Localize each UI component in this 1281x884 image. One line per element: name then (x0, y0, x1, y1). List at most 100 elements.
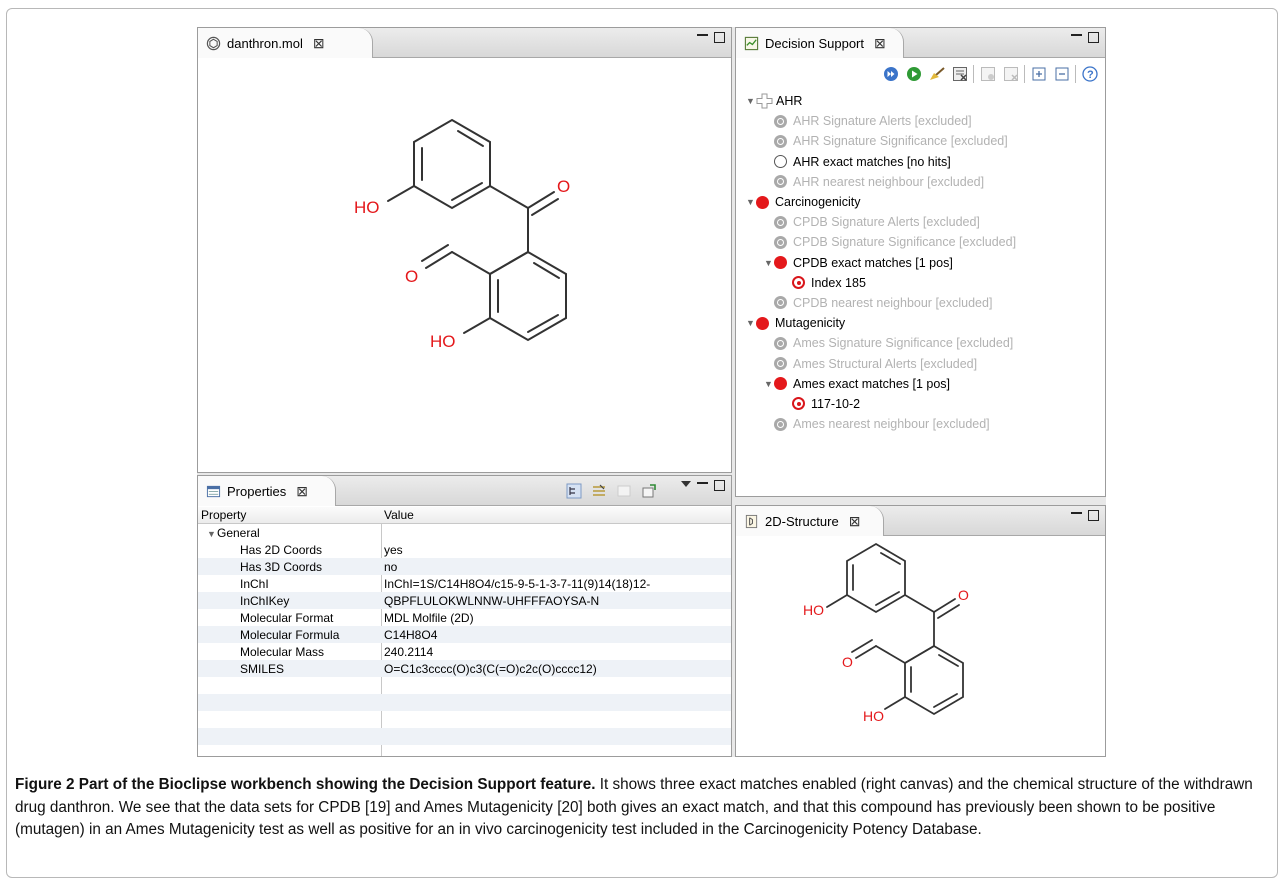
table-row[interactable]: Molecular Format MDL Molfile (2D) (198, 609, 731, 626)
collapse-all-icon[interactable] (1052, 64, 1071, 83)
tree-item[interactable]: Ames nearest neighbour [excluded] (746, 414, 1099, 434)
tree-item[interactable]: Ames Signature Significance [excluded] (746, 333, 1099, 353)
table-row[interactable]: SMILES O=C1c3cccc(O)c3(C(=O)c2c(O)cccc12) (198, 660, 731, 677)
tab-decision-support[interactable]: Decision Support ⊠ (736, 28, 904, 58)
atom-label-ho-bottom: HO (430, 332, 456, 351)
fast-forward-icon[interactable] (881, 64, 900, 83)
bioclipse-workbench: danthron.mol ⊠ HO O O HO Decision Suppor… (197, 27, 1106, 757)
tree-item[interactable]: CPDB nearest neighbour [excluded] (746, 293, 1099, 313)
tree-item-label: AHR (776, 94, 803, 109)
property-value-cell: no (384, 559, 398, 574)
property-value-cell: MDL Molfile (2D) (384, 610, 474, 625)
col-value-header[interactable]: Value (381, 508, 731, 522)
add-test-icon[interactable] (978, 64, 997, 83)
decision-support-icon (744, 36, 759, 50)
group-row-general[interactable]: ▼General (198, 524, 731, 541)
filter-icon[interactable] (614, 481, 633, 500)
twisty-icon[interactable]: ▼ (764, 379, 774, 389)
property-name-cell: Molecular Format (240, 610, 334, 625)
tree-item[interactable]: 117-10-2 (746, 394, 1099, 414)
twisty-icon[interactable]: ▼ (746, 96, 756, 106)
decision-support-tree: ▼ AHR AHR Signature Alerts [excluded] AHR S… (746, 91, 1099, 434)
property-name-cell: Molecular Formula (240, 627, 340, 642)
excluded-status-icon (774, 296, 787, 310)
property-value-cell: InChI=1S/C14H8O4/c15-9-5-1-3-7-11(9)14(1… (384, 576, 651, 591)
tree-item[interactable]: ▼ Mutagenicity (746, 313, 1099, 333)
table-row[interactable]: Molecular Mass 240.2114 (198, 643, 731, 660)
minimize-icon[interactable] (1071, 33, 1082, 36)
excluded-status-icon (774, 175, 787, 189)
atom-label-o-right: O (958, 587, 969, 603)
table-row[interactable]: Has 3D Coords no (198, 558, 731, 575)
excluded-status-icon (774, 134, 787, 148)
close-icon[interactable]: ⊠ (874, 35, 886, 52)
toolbar-separator (1075, 64, 1076, 83)
show-advanced-icon[interactable] (589, 481, 608, 500)
tree-item-label: Ames nearest neighbour [excluded] (793, 417, 990, 432)
structure-icon (745, 514, 758, 528)
property-name-cell: InChI (240, 576, 269, 591)
tree-item[interactable]: AHR Signature Alerts [excluded] (746, 111, 1099, 131)
no-hits-status-icon (774, 155, 787, 169)
tree-item-label: AHR Signature Alerts [excluded] (793, 114, 972, 129)
tab-danthron-mol[interactable]: danthron.mol ⊠ (198, 28, 373, 58)
positive-status-icon (774, 377, 787, 391)
tree-item-label: Index 185 (811, 275, 866, 290)
properties-toolbar (564, 481, 658, 500)
empty-table-row (198, 694, 731, 711)
tree-item[interactable]: ▼ AHR (746, 91, 1099, 111)
view-menu-icon[interactable] (681, 480, 691, 487)
positive-status-icon (756, 195, 769, 209)
close-icon[interactable]: ⊠ (296, 483, 308, 500)
tree-item[interactable]: CPDB Signature Significance [excluded] (746, 232, 1099, 252)
atom-label-o-right: O (557, 177, 570, 196)
maximize-icon[interactable] (714, 480, 725, 491)
table-row[interactable]: Molecular Formula C14H8O4 (198, 626, 731, 643)
pin-icon[interactable] (639, 481, 658, 500)
tab-properties[interactable]: Properties ⊠ (198, 476, 336, 506)
properties-tabbar: Properties ⊠ (198, 476, 731, 506)
empty-table-row (198, 711, 731, 728)
tree-item-label: CPDB Signature Alerts [excluded] (793, 215, 980, 230)
minimize-icon[interactable] (697, 481, 708, 484)
tree-item[interactable]: ▼ Carcinogenicity (746, 192, 1099, 212)
tree-item[interactable]: ▼ Ames exact matches [1 pos] (746, 374, 1099, 394)
twisty-icon[interactable]: ▼ (764, 258, 774, 268)
twisty-icon[interactable]: ▼ (746, 197, 756, 207)
property-name-cell: InChIKey (240, 593, 290, 608)
table-row[interactable]: InChI InChI=1S/C14H8O4/c15-9-5-1-3-7-11(9… (198, 575, 731, 592)
minimize-icon[interactable] (697, 33, 708, 36)
table-row[interactable]: Has 2D Coords yes (198, 541, 731, 558)
atom-label-ho-top: HO (803, 602, 824, 618)
close-icon[interactable]: ⊠ (849, 513, 861, 530)
help-icon[interactable]: ? (1080, 64, 1099, 83)
show-categories-icon[interactable] (564, 481, 583, 500)
structure-tabbar: 2D-Structure ⊠ (736, 506, 1105, 536)
twisty-icon[interactable]: ▼ (746, 318, 756, 328)
remove-test-icon[interactable] (1001, 64, 1020, 83)
expand-all-icon[interactable] (1029, 64, 1048, 83)
broom-icon[interactable] (927, 64, 946, 83)
twisty-icon[interactable]: ▼ (207, 529, 217, 539)
clear-results-icon[interactable] (950, 64, 969, 83)
maximize-icon[interactable] (714, 32, 725, 43)
maximize-icon[interactable] (1088, 510, 1099, 521)
tree-item[interactable]: AHR nearest neighbour [excluded] (746, 172, 1099, 192)
molecule-canvas[interactable]: HO O O HO (198, 59, 731, 472)
tree-item[interactable]: AHR exact matches [no hits] (746, 152, 1099, 172)
svg-text:?: ? (1087, 69, 1094, 81)
tree-item[interactable]: Ames Structural Alerts [excluded] (746, 353, 1099, 373)
tree-item[interactable]: AHR Signature Significance [excluded] (746, 131, 1099, 151)
tree-item[interactable]: ▼ CPDB exact matches [1 pos] (746, 253, 1099, 273)
property-value-cell: QBPFLULOKWLNNW-UHFFFAOYSA-N (384, 593, 600, 608)
col-property-header[interactable]: Property (198, 508, 381, 522)
table-row[interactable]: InChIKey QBPFLULOKWLNNW-UHFFFAOYSA-N (198, 592, 731, 609)
minimize-icon[interactable] (1071, 511, 1082, 514)
excluded-status-icon (774, 235, 787, 249)
tree-item[interactable]: CPDB Signature Alerts [excluded] (746, 212, 1099, 232)
tab-2d-structure[interactable]: 2D-Structure ⊠ (736, 506, 884, 536)
close-icon[interactable]: ⊠ (313, 35, 325, 52)
maximize-icon[interactable] (1088, 32, 1099, 43)
tree-item[interactable]: Index 185 (746, 273, 1099, 293)
run-icon[interactable] (904, 64, 923, 83)
